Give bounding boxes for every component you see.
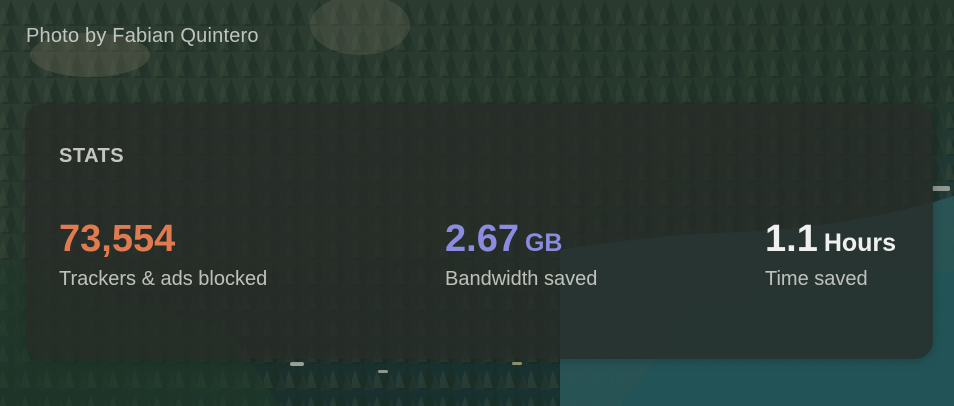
- stat-time-saved: 1.1 Hours Time saved: [765, 220, 896, 291]
- stats-title: STATS: [59, 145, 125, 167]
- stat-value: 73,554: [59, 220, 267, 258]
- stat-label: Bandwidth saved: [445, 268, 598, 290]
- stat-number: 1.1: [765, 218, 818, 260]
- stat-unit: Hours: [823, 229, 897, 257]
- stat-value: 2.67 GB: [445, 220, 597, 258]
- stat-label: Time saved: [765, 268, 868, 290]
- photo-credit[interactable]: Photo by Fabian Quintero: [26, 25, 259, 48]
- stat-unit: GB: [524, 229, 563, 257]
- stat-bandwidth-saved: 2.67 GB Bandwidth saved: [445, 220, 597, 291]
- stat-trackers-blocked: 73,554 Trackers & ads blocked: [59, 220, 267, 291]
- stat-value: 1.1 Hours: [765, 220, 896, 258]
- stat-number: 73,554: [59, 218, 176, 260]
- stat-number: 2.67: [445, 218, 519, 260]
- stats-card: STATS 73,554 Trackers & ads blocked 2.67…: [25, 104, 933, 359]
- stat-label: Trackers & ads blocked: [59, 268, 268, 290]
